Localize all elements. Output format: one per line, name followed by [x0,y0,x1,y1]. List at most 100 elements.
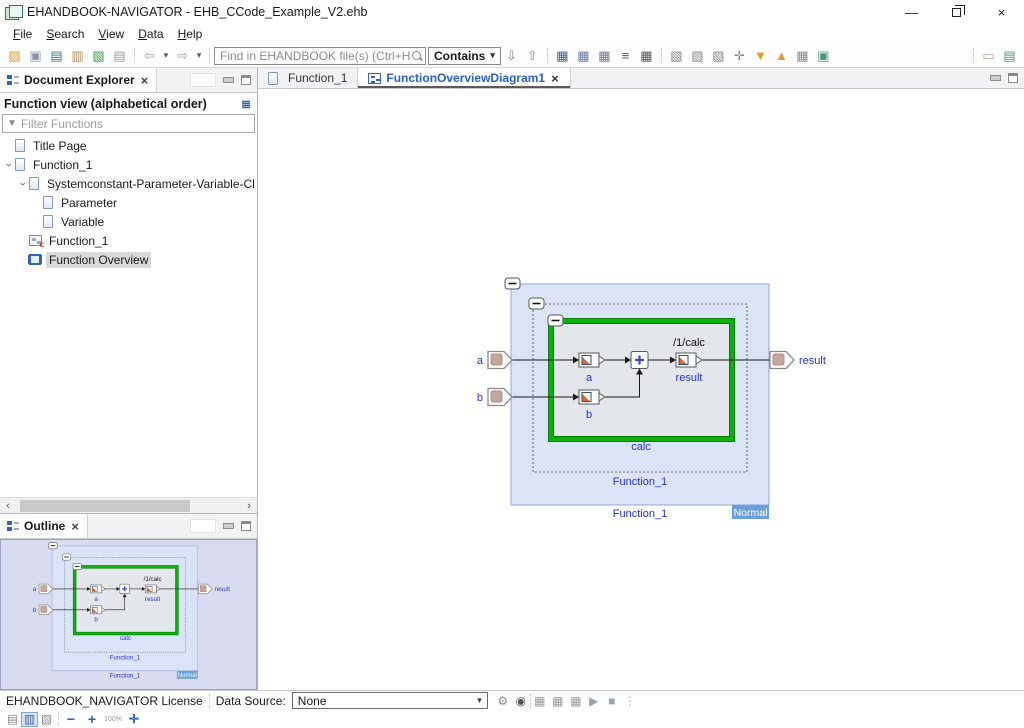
measure-config-icon[interactable]: ▦ [549,693,567,709]
list-view-icon[interactable]: ≡ [616,46,635,65]
measure-grid-icon[interactable]: ▦ [531,693,549,709]
window-minimize-button[interactable]: — [889,0,934,24]
document-explorer-panel: Document Explorer × Function view (alpha… [0,68,257,513]
measure-window-icon[interactable]: ▦ [567,693,585,709]
window-restore-button[interactable] [934,0,979,24]
collapse-outer-button[interactable] [505,278,520,289]
export-up-icon[interactable]: ▲ [772,46,791,65]
print-icon[interactable]: ▥ [68,46,87,65]
minimize-panel-button[interactable] [223,523,234,529]
tree-item-title-page[interactable]: Title Page [0,136,257,155]
tab-function-1[interactable]: Function_1 [258,68,357,88]
minimize-panel-button[interactable] [223,77,234,83]
data-source-select[interactable]: None ▾ [292,692,488,709]
adder-block[interactable] [631,352,648,369]
tab-function-overview-diagram[interactable]: FunctionOverviewDiagram1 × [357,68,570,88]
collapse-inner-button[interactable] [529,298,544,309]
forward-icon[interactable]: ⇨ [173,46,192,65]
close-icon[interactable]: × [70,519,80,534]
forward-menu-icon[interactable]: ▾ [194,46,204,65]
settings-gear-icon[interactable]: ⚙ [494,693,512,709]
find-input[interactable] [220,48,411,63]
annotation-view-icon[interactable]: ▧ [38,712,55,727]
window-close-button[interactable]: × [979,0,1024,24]
function-diagram-icon[interactable]: ▦ [553,46,572,65]
back-menu-icon[interactable]: ▾ [161,46,171,65]
block-result-label: result [676,372,703,384]
tree-item-label: Function_1 [46,233,111,249]
zoom-in-button[interactable]: + [83,711,101,727]
tree-item-variable[interactable]: Variable [0,212,257,231]
tree-item-function-1[interactable]: ›Function_1 [0,155,257,174]
app-logo-icon [5,5,21,19]
output-port-result[interactable] [770,352,794,369]
tree-item-function-overview[interactable]: Function Overview [0,250,257,269]
tab-outline[interactable]: Outline × [0,514,88,538]
handbook-icon[interactable]: ▤ [47,46,66,65]
diagram-history-icon[interactable]: ▧ [709,46,728,65]
input-port-a[interactable] [488,352,512,369]
scrollbar-track[interactable] [16,498,241,513]
page-view-switcher: ▤▥▧ [4,708,55,728]
menu-view[interactable]: View [91,25,131,43]
document-explorer-tab-label: Document Explorer [24,73,135,87]
scroll-left-icon[interactable]: ‹ [0,500,16,512]
outline-preview[interactable] [0,539,257,690]
maximize-panel-button[interactable] [241,521,251,531]
shortcuts-keyboard-icon[interactable]: ▭ [979,46,998,65]
back-icon[interactable]: ⇦ [140,46,159,65]
zoom-100-button[interactable]: 100% [104,716,122,723]
export-icon[interactable]: ▧ [89,46,108,65]
close-icon[interactable]: × [140,73,150,88]
close-icon[interactable]: × [550,71,560,86]
stop-measurement-icon[interactable]: ■ [603,693,621,709]
find-next-icon[interactable]: ⇩ [502,46,521,65]
collapse-calc-button[interactable] [548,315,563,326]
fit-to-screen-button[interactable]: ✛ [125,712,143,726]
outline-diagram-preview[interactable] [33,543,230,680]
zoom-out-button[interactable]: − [62,711,80,727]
table-view-icon[interactable]: ▦ [637,46,656,65]
maximize-panel-button[interactable] [1008,73,1018,83]
input-port-b[interactable] [488,389,512,406]
new-window-icon[interactable]: ▣ [814,46,833,65]
about-ehandbook-icon[interactable]: ▤ [1000,46,1019,65]
import-down-icon[interactable]: ▼ [751,46,770,65]
maximize-panel-button[interactable] [241,75,251,85]
scroll-right-icon[interactable]: › [241,500,257,512]
calc-box[interactable] [549,319,735,442]
start-measurement-icon[interactable]: ▶ [585,693,603,709]
single-page-view-icon[interactable]: ▤ [4,712,21,727]
next-diagram-icon[interactable]: ▧ [688,46,707,65]
save-icon[interactable]: ▣ [26,46,45,65]
open-file-icon[interactable]: ▨ [5,46,24,65]
view-menu-spacer [190,73,216,87]
tab-document-explorer[interactable]: Document Explorer × [0,68,157,92]
collapse-diagram-icon[interactable]: ▦ [595,46,614,65]
drag-handle-icon[interactable]: ⋮ [621,693,639,709]
tree-horizontal-scrollbar[interactable]: ‹ › [0,497,257,513]
menu-search[interactable]: Search [39,25,91,43]
expand-diagram-icon[interactable]: ▦ [574,46,593,65]
split-diagram-icon[interactable]: ✛ [730,46,749,65]
tree-expander-icon[interactable]: › [3,158,15,171]
menu-data[interactable]: Data [131,25,170,43]
pdf-report-icon[interactable]: ▤ [110,46,129,65]
tree-item-parameter[interactable]: Parameter [0,193,257,212]
visibility-icon[interactable]: ◉ [512,693,530,709]
view-options-icon[interactable]: ≣ [239,98,253,110]
split-page-view-icon[interactable]: ▥ [21,712,38,727]
tree-item-function-1[interactable]: Function_1 [0,231,257,250]
filter-functions-input[interactable] [21,117,250,131]
match-mode-select[interactable]: Contains ▾ [428,47,501,65]
diagram-canvas[interactable]: a b a b result result calc Function_1 Fu… [258,89,1024,690]
scrollbar-thumb[interactable] [20,500,190,512]
previous-diagram-icon[interactable]: ▧ [667,46,686,65]
minimize-panel-button[interactable] [990,75,1001,81]
menu-file[interactable]: File [6,25,39,43]
open-in-diagram-icon[interactable]: ▦ [793,46,812,65]
menu-help[interactable]: Help [171,25,210,43]
tree-item-systemconstant-parameter-variable-cl[interactable]: ›Systemconstant-Parameter-Variable-Cl [0,174,257,193]
tree-expander-icon[interactable]: › [17,177,29,190]
find-previous-icon[interactable]: ⇧ [523,46,542,65]
